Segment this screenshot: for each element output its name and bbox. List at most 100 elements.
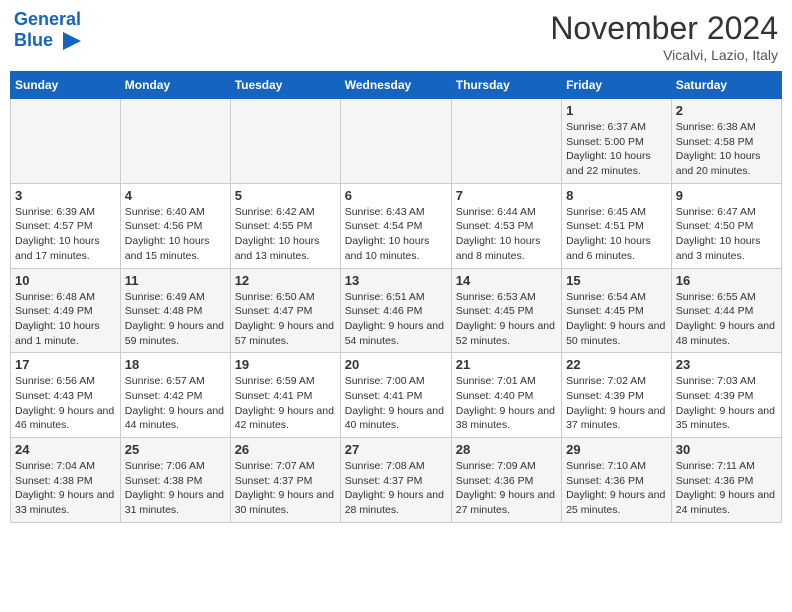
logo-icon (53, 30, 83, 52)
day-number: 10 (15, 273, 116, 288)
day-info: Sunrise: 6:50 AMSunset: 4:47 PMDaylight:… (235, 290, 336, 349)
weekday-header-saturday: Saturday (671, 72, 781, 99)
day-info: Sunrise: 7:09 AMSunset: 4:36 PMDaylight:… (456, 459, 557, 518)
day-number: 1 (566, 103, 667, 118)
day-number: 22 (566, 357, 667, 372)
week-row-3: 10 Sunrise: 6:48 AMSunset: 4:49 PMDayligh… (11, 268, 782, 353)
day-info: Sunrise: 7:02 AMSunset: 4:39 PMDaylight:… (566, 374, 667, 433)
calendar-cell: 9Sunrise: 6:47 AMSunset: 4:50 PMDaylight… (671, 183, 781, 268)
calendar-cell: 2 Sunrise: 6:38 AMSunset: 4:58 PMDaylight… (671, 99, 781, 184)
calendar-cell: 30 Sunrise: 7:11 AMSunset: 4:36 PMDayligh… (671, 438, 781, 523)
weekday-header-friday: Friday (562, 72, 672, 99)
calendar-cell (451, 99, 561, 184)
day-info: Sunrise: 6:59 AMSunset: 4:41 PMDaylight:… (235, 374, 336, 433)
day-number: 18 (125, 357, 226, 372)
day-number: 23 (676, 357, 777, 372)
day-info: Sunrise: 6:51 AMSunset: 4:46 PMDaylight:… (345, 290, 447, 349)
day-info: Sunrise: 7:10 AMSunset: 4:36 PMDaylight:… (566, 459, 667, 518)
day-number: 24 (15, 442, 116, 457)
calendar-cell: 6 Sunrise: 6:43 AMSunset: 4:54 PMDaylight… (340, 183, 451, 268)
calendar-cell: 29 Sunrise: 7:10 AMSunset: 4:36 PMDayligh… (562, 438, 672, 523)
week-row-1: 1 Sunrise: 6:37 AMSunset: 5:00 PMDaylight… (11, 99, 782, 184)
day-number: 7 (456, 188, 557, 203)
day-info: Sunrise: 7:03 AMSunset: 4:39 PMDaylight:… (676, 374, 777, 433)
day-info: Sunrise: 7:11 AMSunset: 4:36 PMDaylight:… (676, 459, 777, 518)
calendar-cell: 4 Sunrise: 6:40 AMSunset: 4:56 PMDaylight… (120, 183, 230, 268)
title-block: November 2024 Vicalvi, Lazio, Italy (550, 10, 778, 63)
day-number: 13 (345, 273, 447, 288)
day-number: 11 (125, 273, 226, 288)
day-info: Sunrise: 6:53 AMSunset: 4:45 PMDaylight:… (456, 290, 557, 349)
calendar-cell: 11 Sunrise: 6:49 AMSunset: 4:48 PMDayligh… (120, 268, 230, 353)
calendar-cell: 13 Sunrise: 6:51 AMSunset: 4:46 PMDayligh… (340, 268, 451, 353)
day-number: 8 (566, 188, 667, 203)
day-info: Sunrise: 6:54 AMSunset: 4:45 PMDaylight:… (566, 290, 667, 349)
day-info: Sunrise: 6:43 AMSunset: 4:54 PMDaylight:… (345, 205, 447, 264)
day-info: Sunrise: 6:56 AMSunset: 4:43 PMDaylight:… (15, 374, 116, 433)
calendar-cell: 19 Sunrise: 6:59 AMSunset: 4:41 PMDayligh… (230, 353, 340, 438)
day-number: 29 (566, 442, 667, 457)
day-info: Sunrise: 7:06 AMSunset: 4:38 PMDaylight:… (125, 459, 226, 518)
day-number: 2 (676, 103, 777, 118)
calendar-cell: 26 Sunrise: 7:07 AMSunset: 4:37 PMDayligh… (230, 438, 340, 523)
week-row-2: 3 Sunrise: 6:39 AMSunset: 4:57 PMDaylight… (11, 183, 782, 268)
day-number: 28 (456, 442, 557, 457)
logo-text2: Blue (14, 31, 53, 51)
calendar-cell: 5 Sunrise: 6:42 AMSunset: 4:55 PMDaylight… (230, 183, 340, 268)
calendar-cell: 15 Sunrise: 6:54 AMSunset: 4:45 PMDayligh… (562, 268, 672, 353)
logo-text: General (14, 10, 83, 30)
calendar-cell: 17Sunrise: 6:56 AMSunset: 4:43 PMDayligh… (11, 353, 121, 438)
page-header: General Blue November 2024 Vicalvi, Lazi… (10, 10, 782, 63)
calendar-cell: 21Sunrise: 7:01 AMSunset: 4:40 PMDayligh… (451, 353, 561, 438)
day-info: Sunrise: 6:48 AMSunset: 4:49 PMDaylight:… (15, 290, 116, 349)
day-number: 4 (125, 188, 226, 203)
calendar-cell: 8 Sunrise: 6:45 AMSunset: 4:51 PMDaylight… (562, 183, 672, 268)
month-title: November 2024 (550, 10, 778, 47)
day-number: 6 (345, 188, 447, 203)
day-info: Sunrise: 6:47 AMSunset: 4:50 PMDaylight:… (676, 205, 777, 264)
calendar-cell (11, 99, 121, 184)
calendar-cell: 18 Sunrise: 6:57 AMSunset: 4:42 PMDayligh… (120, 353, 230, 438)
day-info: Sunrise: 6:42 AMSunset: 4:55 PMDaylight:… (235, 205, 336, 264)
day-number: 26 (235, 442, 336, 457)
calendar-cell: 27Sunrise: 7:08 AMSunset: 4:37 PMDayligh… (340, 438, 451, 523)
day-info: Sunrise: 6:45 AMSunset: 4:51 PMDaylight:… (566, 205, 667, 264)
day-info: Sunrise: 6:39 AMSunset: 4:57 PMDaylight:… (15, 205, 116, 264)
day-info: Sunrise: 6:57 AMSunset: 4:42 PMDaylight:… (125, 374, 226, 433)
calendar-cell: 1 Sunrise: 6:37 AMSunset: 5:00 PMDaylight… (562, 99, 672, 184)
day-info: Sunrise: 6:44 AMSunset: 4:53 PMDaylight:… (456, 205, 557, 264)
day-number: 21 (456, 357, 557, 372)
day-info: Sunrise: 6:37 AMSunset: 5:00 PMDaylight:… (566, 120, 667, 179)
day-info: Sunrise: 7:08 AMSunset: 4:37 PMDaylight:… (345, 459, 447, 518)
day-number: 15 (566, 273, 667, 288)
weekday-header-wednesday: Wednesday (340, 72, 451, 99)
day-info: Sunrise: 7:04 AMSunset: 4:38 PMDaylight:… (15, 459, 116, 518)
location: Vicalvi, Lazio, Italy (550, 47, 778, 63)
calendar-cell (230, 99, 340, 184)
day-info: Sunrise: 6:49 AMSunset: 4:48 PMDaylight:… (125, 290, 226, 349)
calendar-cell: 7 Sunrise: 6:44 AMSunset: 4:53 PMDaylight… (451, 183, 561, 268)
day-number: 5 (235, 188, 336, 203)
day-number: 19 (235, 357, 336, 372)
calendar-cell: 24 Sunrise: 7:04 AMSunset: 4:38 PMDayligh… (11, 438, 121, 523)
calendar-cell: 10 Sunrise: 6:48 AMSunset: 4:49 PMDayligh… (11, 268, 121, 353)
calendar-cell (340, 99, 451, 184)
day-info: Sunrise: 6:38 AMSunset: 4:58 PMDaylight:… (676, 120, 777, 179)
day-number: 20 (345, 357, 447, 372)
day-info: Sunrise: 6:40 AMSunset: 4:56 PMDaylight:… (125, 205, 226, 264)
week-row-5: 24 Sunrise: 7:04 AMSunset: 4:38 PMDayligh… (11, 438, 782, 523)
weekday-header-sunday: Sunday (11, 72, 121, 99)
day-number: 30 (676, 442, 777, 457)
calendar-cell (120, 99, 230, 184)
day-number: 16 (676, 273, 777, 288)
calendar-cell: 20Sunrise: 7:00 AMSunset: 4:41 PMDayligh… (340, 353, 451, 438)
day-number: 25 (125, 442, 226, 457)
logo: General Blue (14, 10, 83, 52)
calendar-cell: 25 Sunrise: 7:06 AMSunset: 4:38 PMDayligh… (120, 438, 230, 523)
day-info: Sunrise: 6:55 AMSunset: 4:44 PMDaylight:… (676, 290, 777, 349)
day-number: 3 (15, 188, 116, 203)
day-info: Sunrise: 7:07 AMSunset: 4:37 PMDaylight:… (235, 459, 336, 518)
calendar-cell: 3 Sunrise: 6:39 AMSunset: 4:57 PMDaylight… (11, 183, 121, 268)
calendar-cell: 14Sunrise: 6:53 AMSunset: 4:45 PMDayligh… (451, 268, 561, 353)
weekday-header-tuesday: Tuesday (230, 72, 340, 99)
